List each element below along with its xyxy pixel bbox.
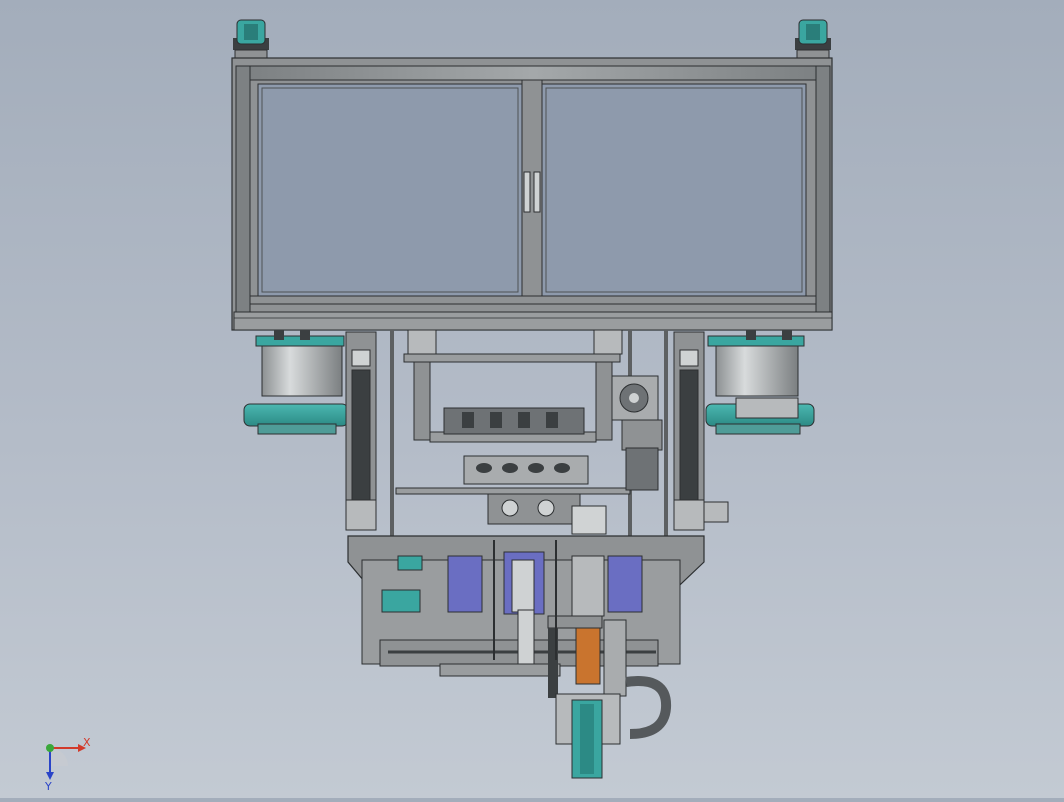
top-enclosure xyxy=(231,19,833,331)
z-axis-dot xyxy=(46,744,54,752)
y-axis-label: Y xyxy=(44,780,52,790)
bottom-motor xyxy=(555,676,672,779)
caster-right xyxy=(795,19,831,61)
cad-viewport[interactable]: X Y xyxy=(0,0,1064,798)
turntable-right xyxy=(705,330,815,435)
turntable-left xyxy=(243,330,349,435)
fixture-assembly xyxy=(395,329,631,535)
caster-left xyxy=(233,19,269,61)
gear-motor xyxy=(611,375,663,491)
coordinate-triad: X Y xyxy=(38,730,98,793)
x-axis-label: X xyxy=(83,736,91,749)
machine-model[interactable] xyxy=(0,0,1064,798)
lower-body xyxy=(347,535,705,698)
